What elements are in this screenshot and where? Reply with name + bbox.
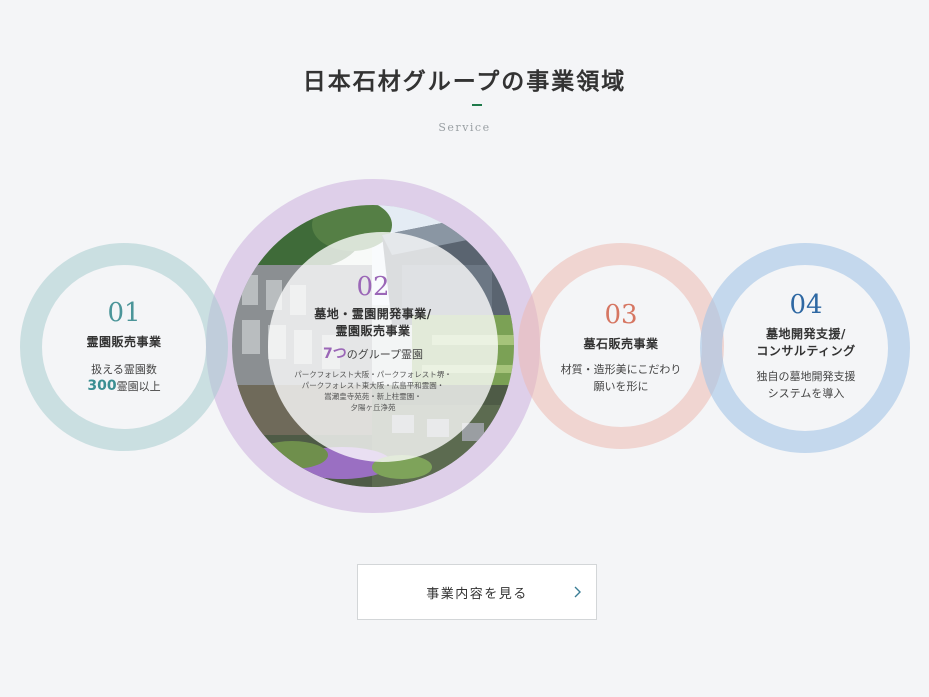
- service-number: 03: [604, 300, 638, 330]
- service-heading-line-2: コンサルティング: [756, 344, 856, 358]
- service-highlight: 7つのグループ霊園: [278, 346, 468, 363]
- park-list-line-3: 嵩瀬皇寺苑苑・新上柱霊園・: [324, 392, 422, 401]
- service-number: 04: [789, 290, 823, 320]
- park-list-line-2: パークフォレスト東大阪・広島平和霊園・: [301, 381, 445, 390]
- service-04[interactable]: 04 墓地開発支援/ コンサルティング 独自の墓地開発支援 システムを導入: [724, 290, 888, 402]
- section-title: 日本石材グループの事業領域: [302, 68, 627, 95]
- section-subtitle: Service: [438, 121, 491, 134]
- service-desc-line-2: 願いを形に: [593, 380, 649, 393]
- service-heading: 霊園販売事業: [86, 335, 162, 349]
- chevron-right-icon: [570, 584, 586, 600]
- title-accent-line: [472, 104, 482, 106]
- highlight-value: 7つ: [322, 346, 347, 362]
- service-heading-line-1: 墓地開発支援/: [766, 327, 846, 341]
- view-services-button[interactable]: 事業内容を見る: [357, 564, 597, 620]
- service-heading: 墓石販売事業: [583, 337, 659, 351]
- service-desc-line-1: 材質・造形美にこだわり: [560, 363, 682, 376]
- view-services-label: 事業内容を見る: [426, 586, 528, 602]
- service-01[interactable]: 01 霊園販売事業 扱える霊園数 300霊園以上: [44, 298, 204, 395]
- highlight-value: 300: [87, 378, 117, 394]
- highlight-suffix: 霊園以上: [116, 380, 161, 393]
- highlight-suffix: のグループ霊園: [346, 348, 424, 361]
- service-number: 02: [356, 272, 390, 302]
- service-desc-line-1: 独自の墓地開発支援: [756, 370, 856, 383]
- service-highlight: 300霊園以上: [44, 378, 204, 395]
- service-02[interactable]: 02 墓地・霊園開発事業/ 霊園販売事業 7つのグループ霊園 パークフォレスト大…: [278, 272, 468, 413]
- service-heading-line-1: 墓地・霊園開発事業/: [314, 307, 432, 321]
- service-desc-line-2: システムを導入: [767, 387, 845, 400]
- service-03[interactable]: 03 墓石販売事業 材質・造形美にこだわり 願いを形に: [541, 300, 701, 395]
- park-list-line-4: 夕陽ヶ丘浄苑: [350, 403, 396, 412]
- service-heading-line-2: 霊園販売事業: [335, 324, 411, 338]
- park-list-line-1: パークフォレスト大阪・パークフォレスト堺・: [294, 370, 452, 379]
- service-desc: 扱える霊園数: [91, 363, 157, 376]
- service-number: 01: [107, 298, 141, 328]
